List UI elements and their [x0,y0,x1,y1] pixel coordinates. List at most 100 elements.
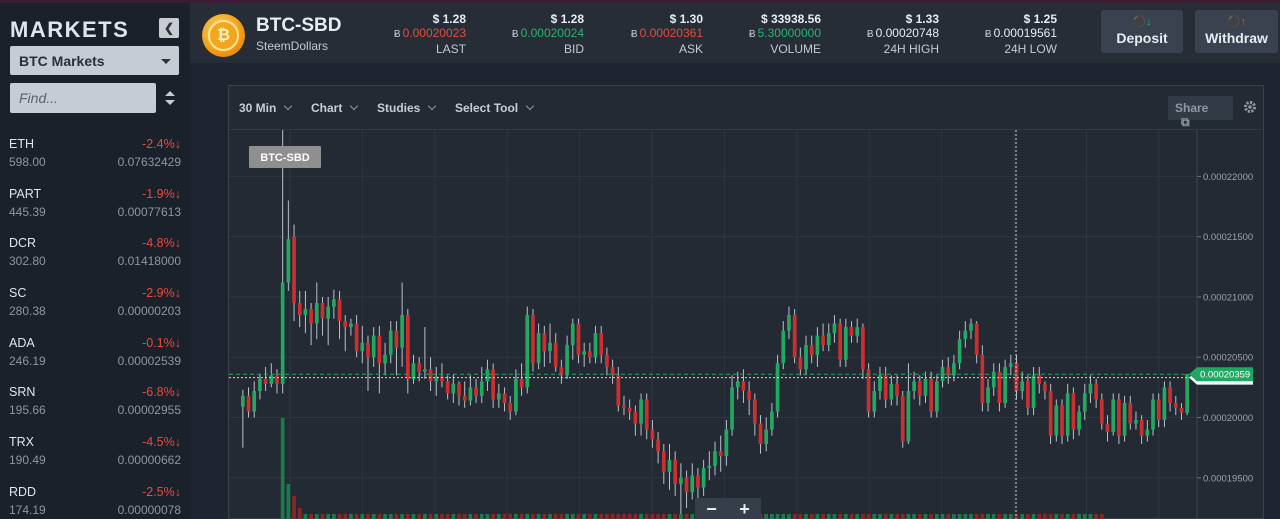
withdraw-button[interactable]: ⚫↑ Withdraw [1195,10,1278,53]
share-icon: ⧉ [1181,115,1190,129]
coin-row-trx[interactable]: TRX 190.49 -4.5%↓ 0.00000662 [0,429,190,479]
candle-body [394,330,399,348]
down-arrow-icon: ↓ [174,236,181,251]
candlestick-chart[interactable]: 0.00022000 0.00021500 0.00021000 0.00020500… [229,130,1265,519]
volume-bar [764,514,769,519]
candle-body [707,465,712,469]
volume-bar [519,514,524,519]
stat-usd: $ 1.28 [550,12,584,26]
select-tool-dropdown[interactable]: Select Tool [455,101,535,115]
deposit-button[interactable]: ⚫↓ Deposit [1101,10,1183,53]
coin-row-ada[interactable]: ADA 246.19 -0.1%↓ 0.00002539 [0,330,190,380]
coin-btc-price: 0.01418000 [117,254,181,269]
candle-body [582,351,587,355]
coin-row-dcr[interactable]: DCR 302.80 -4.8%↓ 0.01418000 [0,230,190,280]
market-select[interactable]: BTC Markets [10,46,179,75]
coin-symbol: PART [9,186,42,201]
candle-body [405,315,410,379]
candle-body [332,299,336,307]
candle-body [1082,393,1087,412]
candle-body [792,315,797,358]
volume-bar [912,514,916,519]
candle-body [656,439,660,452]
studies-dropdown[interactable]: Studies [377,101,437,115]
withdraw-label: Withdraw [1205,30,1268,46]
volume-bar [1071,514,1076,519]
candle-body [1060,405,1064,436]
search-input[interactable] [10,83,156,113]
btc-icon: Ƀ [511,29,519,40]
candle-body [451,383,456,394]
chevron-left-icon[interactable]: ❮ [159,18,179,38]
stat-last: $ 1.28 Ƀ 0.00020023 LAST [394,12,466,56]
coin-row-part[interactable]: PART 445.39 -1.9%↓ 0.00077613 [0,181,190,231]
coin-row-eth[interactable]: ETH 598.00 -2.4%↓ 0.07632429 [0,131,190,181]
candle-body [906,391,911,442]
volume-bar [667,514,672,519]
volume-bar [479,514,484,519]
volume-bar [474,514,478,519]
candle-body [565,345,569,376]
chart-type-dropdown[interactable]: Chart [311,101,359,115]
share-button[interactable]: Share ⧉ [1168,96,1233,129]
down-arrow-icon: ↓ [174,137,181,151]
candle-body [263,378,268,384]
candle-body [445,381,450,394]
candle-body [1179,407,1184,413]
down-arrow-icon: ↓ [174,186,181,201]
candle-body [388,330,393,355]
chevron-down-icon [525,101,535,111]
down-arrow-icon: ↓ [174,435,181,450]
volume-bar [781,514,786,519]
candle-body [411,363,416,379]
volume-bar [1082,514,1087,519]
volume-bar [314,514,319,519]
candle-body [1168,387,1172,404]
coin-symbol: ADA [9,335,35,350]
candle-body [741,381,746,392]
y-tick-label: 0.00021500 [1203,232,1253,243]
candle-body [531,315,535,364]
volume-bar [1077,514,1081,519]
candle-body [1008,363,1013,367]
coin-row-sc[interactable]: SC 280.38 -2.9%↓ 0.00000203 [0,280,190,330]
zoom-out-button[interactable]: − [695,498,728,519]
volume-bar [383,514,387,519]
coin-row-srn[interactable]: SRN 195.66 -6.8%↓ 0.00002955 [0,379,190,429]
candle-body [536,333,541,364]
stat-label: 24H LOW [1004,42,1057,56]
candle-body [258,378,262,392]
candle-body [423,369,427,372]
coin-btc-price: 0.00002539 [117,353,181,368]
candle-body [371,335,376,358]
volume-bar [952,514,956,519]
gear-icon[interactable] [1243,100,1257,114]
volume-bar [411,514,416,519]
btc-icon: Ƀ [748,29,756,40]
candle-body [1185,374,1189,413]
deposit-label: Deposit [1116,30,1168,46]
stat-bid: $ 1.28 Ƀ 0.00020024 BID [512,12,584,56]
candle-body [644,399,649,430]
volume-bar [536,514,541,519]
volume-bar [1031,514,1036,519]
stat-btc: Ƀ 0.00020024 [511,26,584,40]
down-arrow-icon: ↓ [174,385,181,400]
candle-body [514,378,518,412]
volume-bar [502,514,507,519]
volume-bar [343,514,348,519]
volume-bar [371,514,376,519]
volume-bar [1065,514,1070,519]
zoom-in-button[interactable]: + [728,498,761,519]
candle-body [923,378,928,396]
interval-dropdown[interactable]: 30 Min [239,101,293,115]
volume-bar [900,514,905,519]
y-tick-label: 0.00020500 [1203,353,1253,364]
coin-row-rdd[interactable]: RDD 174.19 -2.5%↓ 0.00000078 [0,479,190,519]
sort-icon[interactable] [164,89,176,107]
current-price-label: 0.00020359 [1200,370,1250,381]
candle-body [377,335,382,364]
chart-type-label: Chart [311,101,343,115]
volume-bar [826,514,831,519]
volume-bar [1008,514,1013,519]
